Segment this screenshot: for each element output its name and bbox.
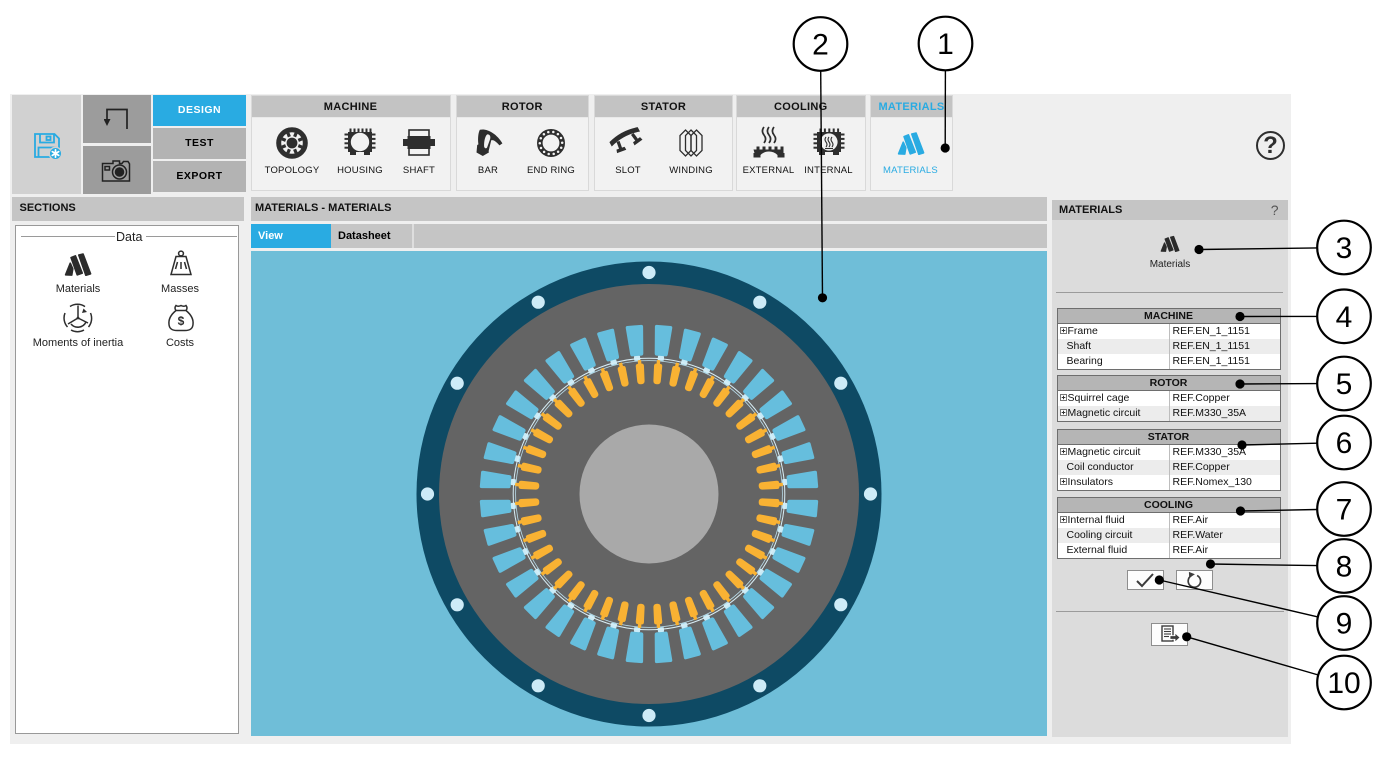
svg-text:1: 1: [937, 28, 954, 61]
svg-text:4: 4: [1336, 301, 1353, 334]
svg-text:8: 8: [1336, 551, 1353, 584]
svg-text:$: $: [177, 314, 184, 328]
svg-text:2: 2: [812, 29, 829, 62]
svg-text:10: 10: [1327, 667, 1360, 700]
svg-text:6: 6: [1336, 427, 1353, 460]
svg-text:5: 5: [1336, 368, 1353, 401]
svg-text:7: 7: [1336, 494, 1353, 527]
svg-text:9: 9: [1336, 608, 1353, 641]
svg-text:3: 3: [1336, 232, 1353, 265]
